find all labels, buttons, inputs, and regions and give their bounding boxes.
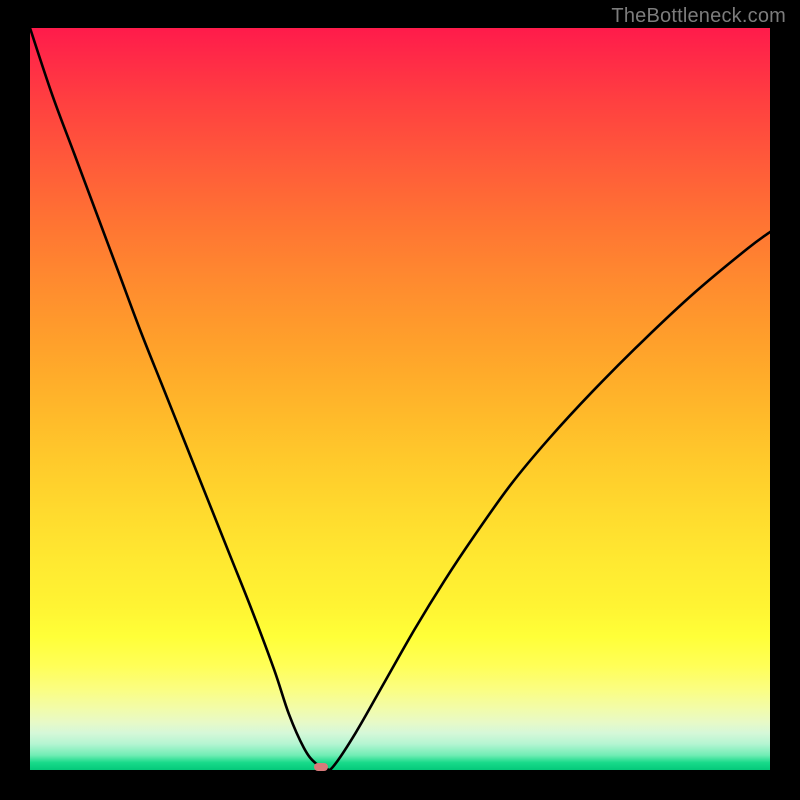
watermark-text: TheBottleneck.com	[611, 5, 786, 28]
curve-layer	[30, 28, 770, 770]
bottleneck-curve	[30, 28, 770, 770]
optimal-point-marker	[314, 763, 328, 771]
plot-area	[30, 28, 770, 770]
chart-frame: TheBottleneck.com	[0, 0, 800, 800]
